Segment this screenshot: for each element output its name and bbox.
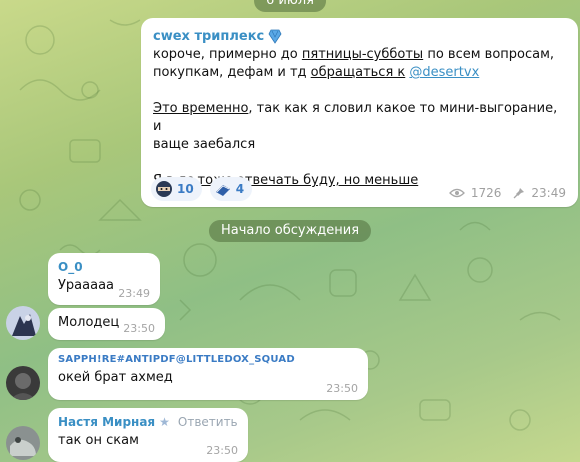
ninja-emoji-icon	[156, 181, 172, 197]
post-time: 23:49	[531, 186, 566, 200]
message-time: 23:50	[123, 322, 155, 335]
discussion-start-separator: Начало обсуждения	[208, 220, 372, 242]
eye-icon	[448, 188, 465, 198]
avatar[interactable]	[6, 426, 40, 460]
post-line-3: Это временно, так как я словил какое то …	[153, 101, 558, 134]
comment-bubble[interactable]: SAPPH!RE#ANTIPDF@LITTLEDOX_SQUAD окей бр…	[48, 348, 368, 400]
channel-post[interactable]: cwex триплекс короче, примерно до пятниц…	[141, 18, 578, 207]
post-line-4: ваще заебался	[153, 137, 256, 152]
reactions-row: 10 4	[151, 177, 253, 201]
comment-bubble[interactable]: Настя Мирная ★ Ответить так он скам 23:50	[48, 408, 248, 462]
message-text: окей брат ахмед	[58, 370, 173, 385]
pin-icon	[513, 188, 525, 199]
book-emoji-icon	[215, 185, 230, 196]
post-line-1: короче, примерно до пятницы-субботы по в…	[153, 47, 555, 62]
channel-name[interactable]: cwex триплекс	[153, 29, 264, 44]
post-body: короче, примерно до пятницы-субботы по в…	[153, 46, 566, 190]
post-meta: 1726 23:49	[448, 186, 566, 200]
post-line-2: покупкам, дефам и тд обращаться к @deser…	[153, 65, 480, 80]
star-icon: ★	[159, 415, 170, 429]
avatar-image	[6, 306, 40, 340]
sender-name[interactable]: SAPPH!RE#ANTIPDF@LITTLEDOX_SQUAD	[58, 354, 358, 365]
mention-link[interactable]: @desertvx	[409, 65, 479, 80]
comment-bubble[interactable]: O_0 Урааааа 23:49	[48, 253, 160, 305]
sender-name[interactable]: Настя Мирная	[58, 415, 155, 429]
sender-name[interactable]: O_0	[58, 259, 150, 275]
reaction-count: 4	[235, 182, 245, 196]
view-count: 1726	[470, 186, 502, 200]
date-separator: 6 июля	[254, 0, 326, 12]
reaction-book[interactable]: 4	[209, 177, 253, 201]
sender-row: Настя Мирная ★ Ответить	[58, 414, 238, 430]
reaction-count: 10	[177, 182, 194, 196]
gem-icon	[268, 29, 282, 44]
reaction-ninja[interactable]: 10	[151, 177, 202, 201]
avatar[interactable]	[6, 366, 40, 400]
avatar-image	[6, 366, 40, 400]
comment-bubble[interactable]: Молодец 23:50	[48, 308, 165, 340]
avatar-image	[6, 426, 40, 460]
channel-header: cwex триплекс	[153, 26, 566, 46]
avatar[interactable]	[6, 306, 40, 340]
message-time: 23:50	[326, 382, 358, 395]
message-time: 23:50	[206, 444, 238, 457]
reply-button[interactable]: Ответить	[178, 415, 238, 429]
message-time: 23:49	[118, 287, 150, 300]
